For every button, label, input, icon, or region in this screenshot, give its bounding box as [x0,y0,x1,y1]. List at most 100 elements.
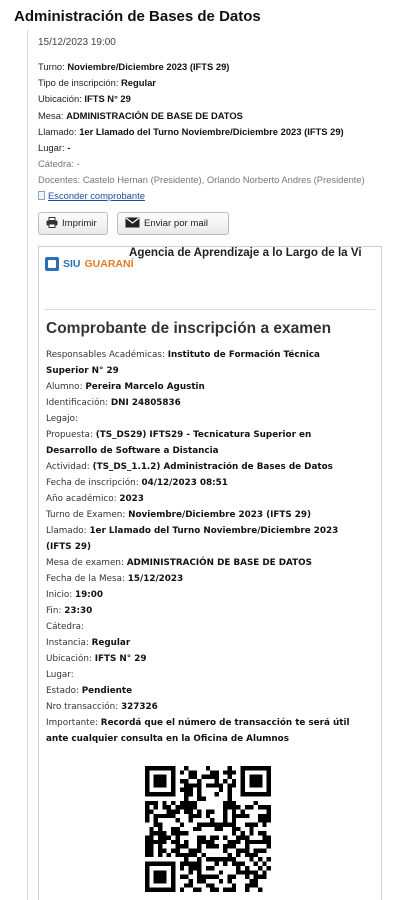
detail-value: IFTS N° 29 [94,654,147,664]
detail-line: Inicio: 19:00 [46,587,356,603]
detail-label: Inicio: [46,590,73,600]
detail-value: Pendiente [81,686,133,696]
detail-value: 327326 [121,702,158,712]
logo-guarani-text: GUARANÍ [84,258,134,270]
detail-label: Fecha de la Mesa: [46,574,125,584]
info-ubicacion: Ubicación: IFTS N° 29 [38,91,365,107]
siu-logo-icon [45,257,59,271]
info-value: IFTS N° 29 [84,93,131,105]
receipt-details: Responsables Académicas: Instituto de Fo… [46,347,356,747]
detail-label: Ubicación: [46,654,92,664]
info-llamado: Llamado: 1er Llamado del Turno Noviembre… [38,124,365,140]
info-label: Mesa: [38,109,64,121]
detail-line: Instancia: Regular [46,635,356,651]
detail-label: Estado: [46,686,79,696]
agency-name: Agencia de Aprendizaje a lo Largo de la … [129,246,362,259]
detail-line: Identificación: DNI 24805836 [46,395,356,411]
detail-value: 15/12/2023 [127,574,184,584]
info-mesa: Mesa: ADMINISTRACIÓN DE BASE DE DATOS [38,108,365,124]
page-icon [38,191,45,200]
detail-label: Fecha de inscripción: [46,478,139,488]
info-label: Lugar: [38,142,65,154]
detail-label: Lugar: [46,670,74,680]
envelope-icon [125,217,140,231]
receipt-title: Comprobante de inscripción a examen [46,320,332,337]
detail-label: Cátedra: [46,622,84,632]
content-divider [27,30,28,900]
detail-line: Alumno: Pereira Marcelo Agustin [46,379,356,395]
detail-line: Turno de Examen: Noviembre/Diciembre 202… [46,507,356,523]
print-label: Imprimir [62,218,97,229]
printer-icon [46,216,58,231]
detail-label: Responsables Académicas: [46,350,165,360]
info-value: 1er Llamado del Turno Noviembre/Diciembr… [79,125,344,137]
detail-line: Cátedra: [46,619,356,635]
detail-line: Fecha de inscripción: 04/12/2023 08:51 [46,475,356,491]
detail-label: Actividad: [46,462,90,472]
receipt-frame: Agencia de Aprendizaje a lo Largo de la … [38,246,382,900]
info-value: Regular [121,77,156,89]
detail-label: Llamado: [46,526,87,536]
detail-value: 23:30 [64,606,93,616]
detail-line: Nro transacción: 327326 [46,699,356,715]
detail-line: Responsables Académicas: Instituto de Fo… [46,347,356,379]
info-value: - [76,158,80,170]
detail-label: Turno de Examen: [46,510,126,520]
detail-line: Fin: 23:30 [46,603,356,619]
info-value: Noviembre/Diciembre 2023 (IFTS 29) [67,61,230,72]
send-mail-button[interactable]: Enviar por mail [117,212,229,235]
detail-line: Año académico: 2023 [46,491,356,507]
info-label: Turno: [38,61,65,72]
detail-label: Fin: [46,606,62,616]
info-catedra: Cátedra: - [38,156,365,172]
detail-value: 04/12/2023 08:51 [141,478,228,488]
detail-value: 2023 [119,494,144,504]
hide-receipt-link[interactable]: Esconder comprobante [38,190,145,201]
detail-line: Actividad: (TS_DS_1.1.2) Administración … [46,459,356,475]
detail-line: Mesa de examen: ADMINISTRACIÓN DE BASE D… [46,555,356,571]
detail-line: Lugar: [46,667,356,683]
detail-label: Identificación: [46,398,109,408]
detail-line: Llamado: 1er Llamado del Turno Noviembre… [46,523,356,555]
detail-label: Alumno: [46,382,83,392]
detail-label: Mesa de examen: [46,558,124,568]
detail-label: Legajo: [46,414,78,424]
info-turno: Turno: Noviembre/Diciembre 2023 (IFTS 29… [38,59,365,75]
exam-datetime: 15/12/2023 19:00 [38,37,116,48]
print-button[interactable]: Imprimir [38,212,108,235]
detail-line: Ubicación: IFTS N° 29 [46,651,356,667]
info-label: Ubicación: [38,93,82,105]
info-lugar: Lugar: - [38,140,365,156]
info-label: Cátedra: [38,158,74,170]
detail-label: Nro transacción: [46,702,119,712]
page-title: Administración de Bases de Datos [14,8,261,25]
info-tipo: Tipo de inscripción: Regular [38,75,365,91]
info-label: Docentes: [38,174,81,186]
info-docentes: Docentes: Castelo Hernan (Presidente), O… [38,172,365,188]
detail-value: 1er Llamado del Turno Noviembre/Diciembr… [46,526,339,552]
detail-label: Instancia: [46,638,89,648]
siu-guarani-logo: SIU GUARANÍ [45,257,134,271]
detail-line: Legajo: [46,411,356,427]
detail-line: Estado: Pendiente [46,683,356,699]
detail-value: ADMINISTRACIÓN DE BASE DE DATOS [126,558,312,568]
exam-info: Turno: Noviembre/Diciembre 2023 (IFTS 29… [38,59,365,189]
detail-value: DNI 24805836 [110,398,181,408]
detail-value: Pereira Marcelo Agustin [85,382,205,392]
logo-siu-text: SIU [63,258,81,270]
detail-label: Propuesta: [46,430,93,440]
detail-value: (TS_DS_1.1.2) Administración de Bases de… [92,462,333,472]
info-value: ADMINISTRACIÓN DE BASE DE DATOS [66,109,243,121]
divider [45,309,375,310]
detail-value: 19:00 [75,590,104,600]
detail-value: Noviembre/Diciembre 2023 (IFTS 29) [128,510,312,520]
info-label: Tipo de inscripción: [38,77,119,89]
info-value: - [67,142,71,154]
detail-label: Año académico: [46,494,117,504]
info-label: Llamado: [38,125,77,137]
send-mail-label: Enviar por mail [144,218,208,229]
info-value: Castelo Hernan (Presidente), Orlando Nor… [82,174,365,186]
detail-line: Propuesta: (TS_DS29) IFTS29 - Tecnicatur… [46,427,356,459]
detail-line: Importante: Recordá que el número de tra… [46,715,356,747]
detail-value: Regular [91,638,131,648]
